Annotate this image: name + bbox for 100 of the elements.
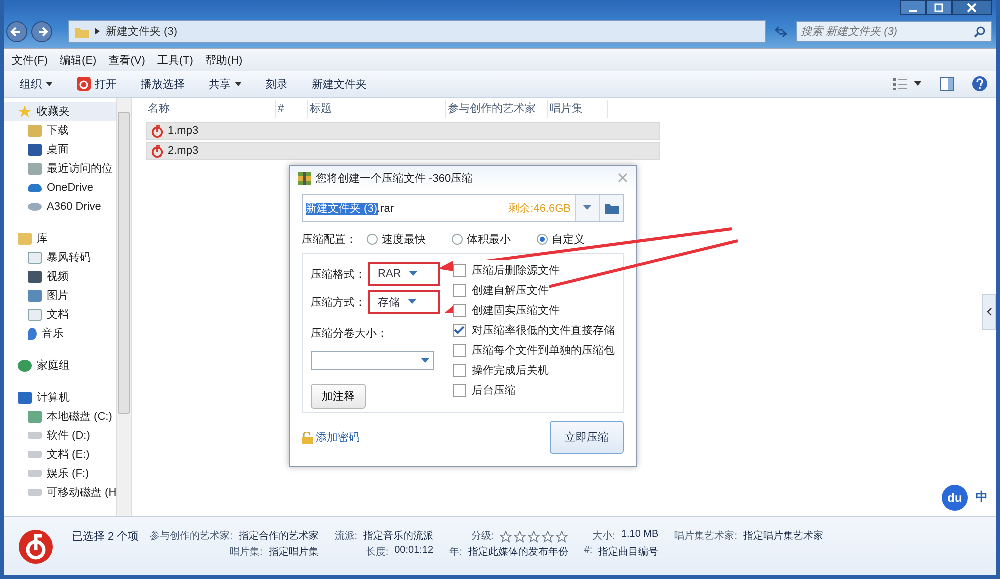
close-button[interactable] bbox=[952, 0, 992, 15]
sidebar-item[interactable]: 最近访问的位 bbox=[4, 159, 116, 178]
sidebar-item[interactable]: 软件 (D:) bbox=[4, 426, 116, 445]
minimize-icon bbox=[909, 10, 917, 12]
sidebar-item[interactable]: 视频 bbox=[4, 267, 116, 286]
column-header[interactable]: 唱片集 bbox=[548, 100, 608, 118]
music-file-icon bbox=[151, 144, 164, 158]
scrollbar[interactable] bbox=[116, 98, 131, 516]
chevron-icon bbox=[986, 308, 992, 316]
menu-item[interactable]: 文件(F) bbox=[12, 52, 48, 68]
property-value[interactable]: 指定音乐的流派 bbox=[364, 529, 434, 545]
maximize-icon bbox=[934, 2, 944, 12]
toolbar-button[interactable]: 刻录 bbox=[258, 74, 296, 94]
sidebar-item[interactable]: 家庭组 bbox=[4, 356, 116, 375]
caret-icon bbox=[46, 82, 53, 86]
combo-label: 压缩格式： bbox=[311, 268, 366, 282]
sidebar-item[interactable]: 本地磁盘 (C:) bbox=[4, 407, 116, 426]
sidebar-item[interactable]: 暴风转码 bbox=[4, 248, 116, 267]
menu-item[interactable]: 查看(V) bbox=[108, 52, 146, 68]
back-button[interactable] bbox=[6, 20, 28, 42]
combo-label: 压缩方式： bbox=[311, 296, 366, 310]
toolbar-button[interactable]: 共享 bbox=[201, 74, 250, 94]
menu-item[interactable]: 工具(T) bbox=[157, 52, 194, 68]
close-icon bbox=[967, 2, 977, 12]
forward-button[interactable] bbox=[31, 20, 53, 42]
column-header[interactable]: 参与创作的艺术家 bbox=[446, 100, 548, 118]
lock-icon bbox=[302, 432, 313, 444]
compress-button[interactable]: 立即压缩 bbox=[550, 421, 624, 454]
toolbar-button[interactable]: 播放选择 bbox=[133, 74, 193, 94]
preset-radio[interactable]: 自定义 bbox=[537, 232, 585, 246]
sidebar-item[interactable]: A360 Drive bbox=[4, 197, 116, 216]
property-value[interactable]: 指定此媒体的发布年份 bbox=[468, 545, 568, 561]
split-size-label: 压缩分卷大小： bbox=[311, 326, 389, 341]
maximize-button[interactable] bbox=[926, 0, 952, 15]
sidebar-item[interactable]: 收藏夹 bbox=[4, 102, 116, 121]
cloud-icon bbox=[28, 184, 42, 192]
sidebar-item[interactable]: 文档 (E:) bbox=[4, 445, 116, 464]
caret-icon bbox=[421, 358, 430, 364]
property-value[interactable]: 1.10 MB bbox=[621, 529, 659, 545]
format-dropdown[interactable]: RAR bbox=[368, 262, 440, 286]
preview-pane-icon[interactable] bbox=[940, 77, 954, 91]
menu-item[interactable]: 编辑(E) bbox=[60, 52, 97, 68]
property-value[interactable]: 指定唱片集艺术家 bbox=[743, 529, 824, 545]
caret-icon bbox=[409, 271, 418, 277]
format-dropdown[interactable]: 存储 bbox=[368, 290, 440, 314]
property-label: 唱片集: bbox=[230, 546, 263, 560]
property-value[interactable]: 指定唱片集 bbox=[268, 545, 319, 561]
property-value[interactable]: 00:01:12 bbox=[394, 545, 434, 561]
music-app-icon bbox=[77, 77, 91, 91]
add-password-link[interactable]: 添加密码 bbox=[302, 430, 360, 445]
column-header[interactable]: # bbox=[276, 100, 308, 118]
option-checkbox[interactable]: 压缩后删除源文件 bbox=[453, 260, 560, 280]
caret-icon[interactable] bbox=[914, 81, 922, 87]
sidebar-item[interactable]: 文档 bbox=[4, 305, 116, 324]
column-header[interactable]: 名称 bbox=[146, 100, 276, 118]
sidebar-item[interactable]: 图片 bbox=[4, 286, 116, 305]
property-value[interactable]: 指定合作的艺术家 bbox=[238, 529, 319, 545]
file-row[interactable]: 2.mp3 bbox=[146, 142, 660, 160]
collapse-tab[interactable] bbox=[982, 294, 996, 330]
dialog-title: 您将创建一个压缩文件 -360压缩 bbox=[316, 172, 474, 186]
property-label: 参与创作的艺术家: bbox=[150, 530, 233, 544]
sidebar-item[interactable]: 娱乐 (F:) bbox=[4, 464, 116, 483]
property-label: #: bbox=[584, 545, 593, 558]
sidebar-item[interactable]: OneDrive bbox=[4, 178, 116, 197]
toolbar-button[interactable]: 组织 bbox=[12, 74, 61, 94]
dropdown-button[interactable] bbox=[575, 195, 599, 221]
chevron-icon bbox=[95, 28, 100, 35]
caret-icon bbox=[408, 299, 417, 305]
sidebar-item[interactable]: 计算机 bbox=[4, 388, 116, 407]
toolbar-button[interactable]: 打开 bbox=[69, 74, 125, 94]
column-header[interactable]: 标题 bbox=[308, 100, 446, 118]
browse-button[interactable] bbox=[599, 195, 623, 221]
filename-field[interactable]: 新建文件夹 (3).rar bbox=[303, 200, 509, 216]
minimize-button[interactable] bbox=[900, 0, 926, 15]
sidebar-item[interactable]: 可移动磁盘 (H bbox=[4, 483, 116, 502]
search-field[interactable]: 搜索 新建文件夹 (3) bbox=[796, 21, 992, 42]
rating-stars[interactable] bbox=[500, 529, 568, 545]
comment-button[interactable]: 加注释 bbox=[311, 384, 366, 409]
property-label: 唱片集艺术家: bbox=[674, 530, 738, 544]
property-label: 大小: bbox=[592, 530, 616, 544]
sidebar-item[interactable]: 下载 bbox=[4, 121, 116, 140]
caret-icon bbox=[235, 82, 242, 86]
preset-radio[interactable]: 体积最小 bbox=[452, 232, 511, 246]
option-checkbox[interactable]: 创建固实压缩文件 bbox=[453, 300, 560, 320]
sidebar-item[interactable]: 桌面 bbox=[4, 140, 116, 159]
menu-item[interactable]: 帮助(H) bbox=[205, 52, 243, 68]
sidebar-item[interactable]: 音乐 bbox=[4, 324, 116, 343]
preset-radio[interactable]: 速度最快 bbox=[367, 232, 426, 246]
caret-icon bbox=[583, 205, 592, 211]
refresh-icon[interactable] bbox=[773, 24, 789, 40]
sidebar-item[interactable]: 库 bbox=[4, 229, 116, 248]
property-value[interactable]: 指定曲目编号 bbox=[598, 545, 659, 561]
help-icon[interactable] bbox=[972, 76, 988, 92]
view-icon[interactable] bbox=[892, 77, 908, 91]
music-file-icon bbox=[151, 124, 164, 138]
file-row[interactable]: 1.mp3 bbox=[146, 122, 660, 140]
toolbar-button[interactable]: 新建文件夹 bbox=[304, 74, 375, 94]
address-bar[interactable]: 新建文件夹 (3) bbox=[68, 20, 766, 43]
property-label: 分级: bbox=[472, 530, 494, 544]
property-label: 长度: bbox=[366, 546, 389, 560]
